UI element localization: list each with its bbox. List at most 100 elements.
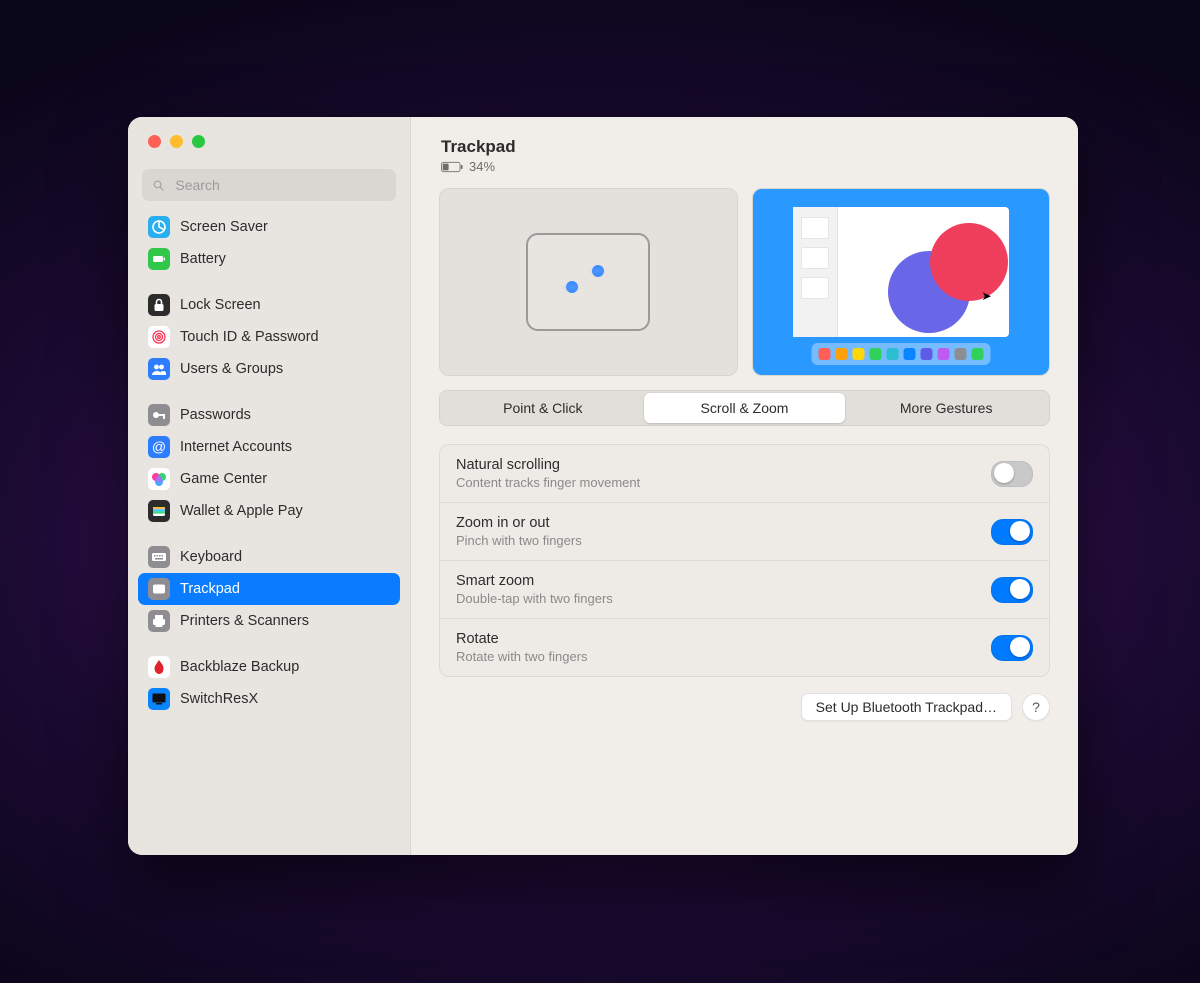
dock-app-icon (835, 348, 847, 360)
sidebar-item-printers-scanners[interactable]: Printers & Scanners (138, 605, 400, 637)
users-icon (148, 358, 170, 380)
sidebar-item-label: Users & Groups (180, 361, 283, 377)
lock-icon (148, 294, 170, 316)
system-settings-window: Screen Saver Battery Lock Screen Touch ID &… (128, 117, 1078, 855)
option-title: Smart zoom (456, 573, 613, 589)
options-list: Natural scrolling Content tracks finger m… (439, 444, 1050, 677)
sidebar-item-game-center[interactable]: Game Center (138, 463, 400, 495)
setup-bluetooth-trackpad-button[interactable]: Set Up Bluetooth Trackpad… (801, 693, 1012, 721)
sidebar-item-lock-screen[interactable]: Lock Screen (138, 289, 400, 321)
option-toggle[interactable] (991, 519, 1033, 545)
dock-app-icon (954, 348, 966, 360)
printer-icon (148, 610, 170, 632)
option-title: Zoom in or out (456, 515, 582, 531)
trackpad-icon (148, 578, 170, 600)
battery-status: 34% (441, 159, 1050, 174)
dock-app-icon (920, 348, 932, 360)
sidebar-item-trackpad[interactable]: Trackpad (138, 573, 400, 605)
battery-percent: 34% (469, 159, 495, 174)
tab-point-click[interactable]: Point & Click (442, 393, 644, 423)
sidebar-item-label: Printers & Scanners (180, 613, 309, 629)
battery-icon (148, 248, 170, 270)
sidebar: Screen Saver Battery Lock Screen Touch ID &… (128, 117, 411, 855)
tab-scroll-zoom[interactable]: Scroll & Zoom (644, 393, 846, 423)
option-title: Rotate (456, 631, 588, 647)
dock-app-icon (937, 348, 949, 360)
sidebar-item-internet-accounts[interactable]: @ Internet Accounts (138, 431, 400, 463)
at-icon: @ (148, 436, 170, 458)
sidebar-item-wallet-apple-pay[interactable]: Wallet & Apple Pay (138, 495, 400, 527)
help-button[interactable]: ? (1022, 693, 1050, 721)
dock-app-icon (852, 348, 864, 360)
option-row-natural-scrolling: Natural scrolling Content tracks finger m… (440, 445, 1049, 503)
sidebar-item-label: Keyboard (180, 549, 242, 565)
preview-app-window: ➤ (793, 207, 1010, 337)
option-toggle[interactable] (991, 461, 1033, 487)
search-field[interactable] (142, 169, 396, 201)
search-input[interactable] (173, 176, 386, 194)
option-subtitle: Rotate with two fingers (456, 649, 588, 664)
sidebar-list: Screen Saver Battery Lock Screen Touch ID &… (128, 211, 410, 855)
sidebar-item-keyboard[interactable]: Keyboard (138, 541, 400, 573)
sidebar-item-label: Lock Screen (180, 297, 261, 313)
option-subtitle: Double-tap with two fingers (456, 591, 613, 606)
dock-app-icon (818, 348, 830, 360)
sidebar-item-backblaze-backup[interactable]: Backblaze Backup (138, 651, 400, 683)
option-subtitle: Pinch with two fingers (456, 533, 582, 548)
sidebar-item-label: Wallet & Apple Pay (180, 503, 303, 519)
sidebar-item-users-groups[interactable]: Users & Groups (138, 353, 400, 385)
dock-app-icon (886, 348, 898, 360)
tab-more-gestures[interactable]: More Gestures (845, 393, 1047, 423)
sidebar-item-battery[interactable]: Battery (138, 243, 400, 275)
sidebar-item-label: Internet Accounts (180, 439, 292, 455)
battery-icon (441, 161, 463, 173)
page-title: Trackpad (441, 137, 1050, 157)
window-controls (128, 117, 410, 155)
game-center-icon (148, 468, 170, 490)
sidebar-item-label: Game Center (180, 471, 267, 487)
main-panel: Trackpad 34% (411, 117, 1078, 855)
option-row-smart-zoom: Smart zoom Double-tap with two fingers (440, 561, 1049, 619)
search-icon (152, 178, 165, 193)
sidebar-item-touch-id-password[interactable]: Touch ID & Password (138, 321, 400, 353)
switchres-icon (148, 688, 170, 710)
option-toggle[interactable] (991, 577, 1033, 603)
option-row-rotate: Rotate Rotate with two fingers (440, 619, 1049, 676)
sidebar-item-label: Battery (180, 251, 226, 267)
keyboard-icon (148, 546, 170, 568)
tab-segmented-control[interactable]: Point & ClickScroll & ZoomMore Gestures (439, 390, 1050, 426)
desktop-result-preview: ➤ (752, 188, 1051, 376)
sidebar-item-passwords[interactable]: Passwords (138, 399, 400, 431)
option-toggle[interactable] (991, 635, 1033, 661)
sidebar-item-label: Trackpad (180, 581, 240, 597)
touch-id-icon (148, 326, 170, 348)
option-title: Natural scrolling (456, 457, 640, 473)
gesture-previews: ➤ (439, 188, 1050, 376)
minimize-window-button[interactable] (170, 135, 183, 148)
option-row-zoom-in-or-out: Zoom in or out Pinch with two fingers (440, 503, 1049, 561)
option-subtitle: Content tracks finger movement (456, 475, 640, 490)
sidebar-item-screen-saver[interactable]: Screen Saver (138, 211, 400, 243)
sidebar-item-label: Backblaze Backup (180, 659, 299, 675)
dock-app-icon (903, 348, 915, 360)
sidebar-item-label: SwitchResX (180, 691, 258, 707)
dock-app-icon (971, 348, 983, 360)
sidebar-item-label: Passwords (180, 407, 251, 423)
maximize-window-button[interactable] (192, 135, 205, 148)
wallet-icon (148, 500, 170, 522)
trackpad-outline-icon (526, 233, 650, 331)
panel-header: Trackpad 34% (439, 137, 1050, 174)
screensaver-icon (148, 216, 170, 238)
cursor-icon: ➤ (982, 289, 992, 303)
dock-app-icon (869, 348, 881, 360)
backblaze-icon (148, 656, 170, 678)
sidebar-item-label: Touch ID & Password (180, 329, 319, 345)
close-window-button[interactable] (148, 135, 161, 148)
preview-dock (811, 343, 990, 365)
sidebar-item-switchresx[interactable]: SwitchResX (138, 683, 400, 715)
trackpad-gesture-preview (439, 188, 738, 376)
panel-footer: Set Up Bluetooth Trackpad… ? (439, 693, 1050, 721)
sidebar-item-label: Screen Saver (180, 219, 268, 235)
key-icon (148, 404, 170, 426)
svg-text:@: @ (152, 439, 166, 455)
